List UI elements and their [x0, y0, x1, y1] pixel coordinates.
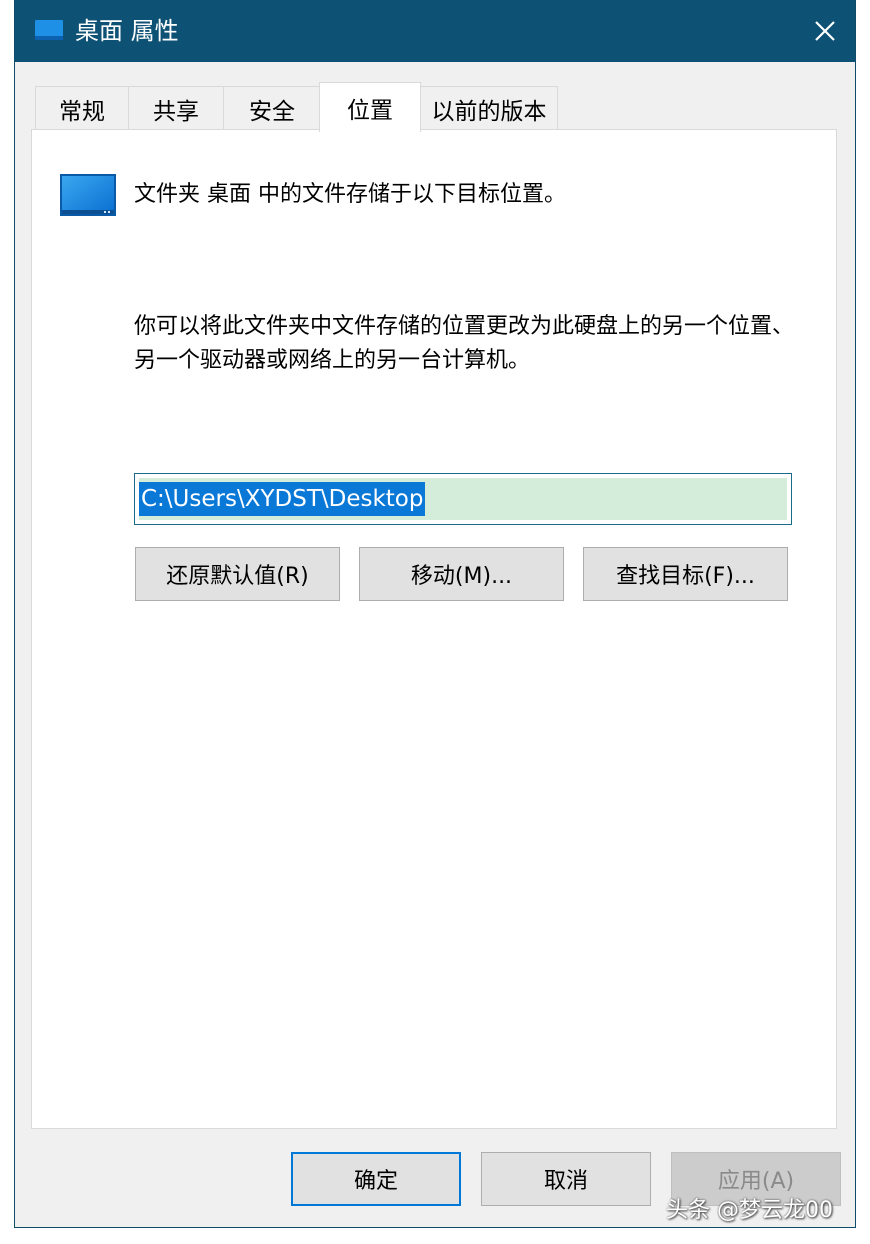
tab-previous-versions[interactable]: 以前的版本: [420, 86, 558, 130]
tab-general[interactable]: 常规: [35, 86, 129, 130]
cancel-button[interactable]: 取消: [481, 1152, 651, 1206]
find-target-button[interactable]: 查找目标(F)...: [583, 547, 788, 601]
tab-sharing[interactable]: 共享: [128, 86, 224, 130]
target-path-value: C:\Users\XYDST\Desktop: [139, 482, 426, 516]
tab-security[interactable]: 安全: [223, 86, 321, 130]
close-button[interactable]: [795, 0, 855, 62]
desktop-folder-icon: [60, 174, 116, 216]
window-title: 桌面 属性: [75, 17, 179, 45]
ok-button[interactable]: 确定: [291, 1152, 461, 1206]
location-intro-text: 文件夹 桌面 中的文件存储于以下目标位置。: [134, 182, 566, 207]
tab-strip: 常规 共享 安全 位置 以前的版本: [15, 82, 855, 132]
tab-location[interactable]: 位置: [319, 82, 421, 132]
close-icon: [815, 21, 835, 41]
desktop-icon: [35, 20, 63, 40]
location-description-text: 你可以将此文件夹中文件存储的位置更改为此硬盘上的另一个位置、另一个驱动器或网络上…: [134, 314, 795, 373]
location-panel: 文件夹 桌面 中的文件存储于以下目标位置。 你可以将此文件夹中文件存储的位置更改…: [31, 129, 837, 1129]
properties-dialog: 桌面 属性 常规 共享 安全 位置 以前的版本 文件夹 桌面 中的文件存储于以下…: [14, 0, 856, 1228]
restore-default-button[interactable]: 还原默认值(R): [135, 547, 340, 601]
title-bar[interactable]: 桌面 属性: [15, 0, 855, 62]
target-path-input[interactable]: C:\Users\XYDST\Desktop: [134, 473, 792, 525]
move-button[interactable]: 移动(M)...: [359, 547, 564, 601]
watermark-text: 头条 @梦云龙00: [666, 1198, 833, 1223]
